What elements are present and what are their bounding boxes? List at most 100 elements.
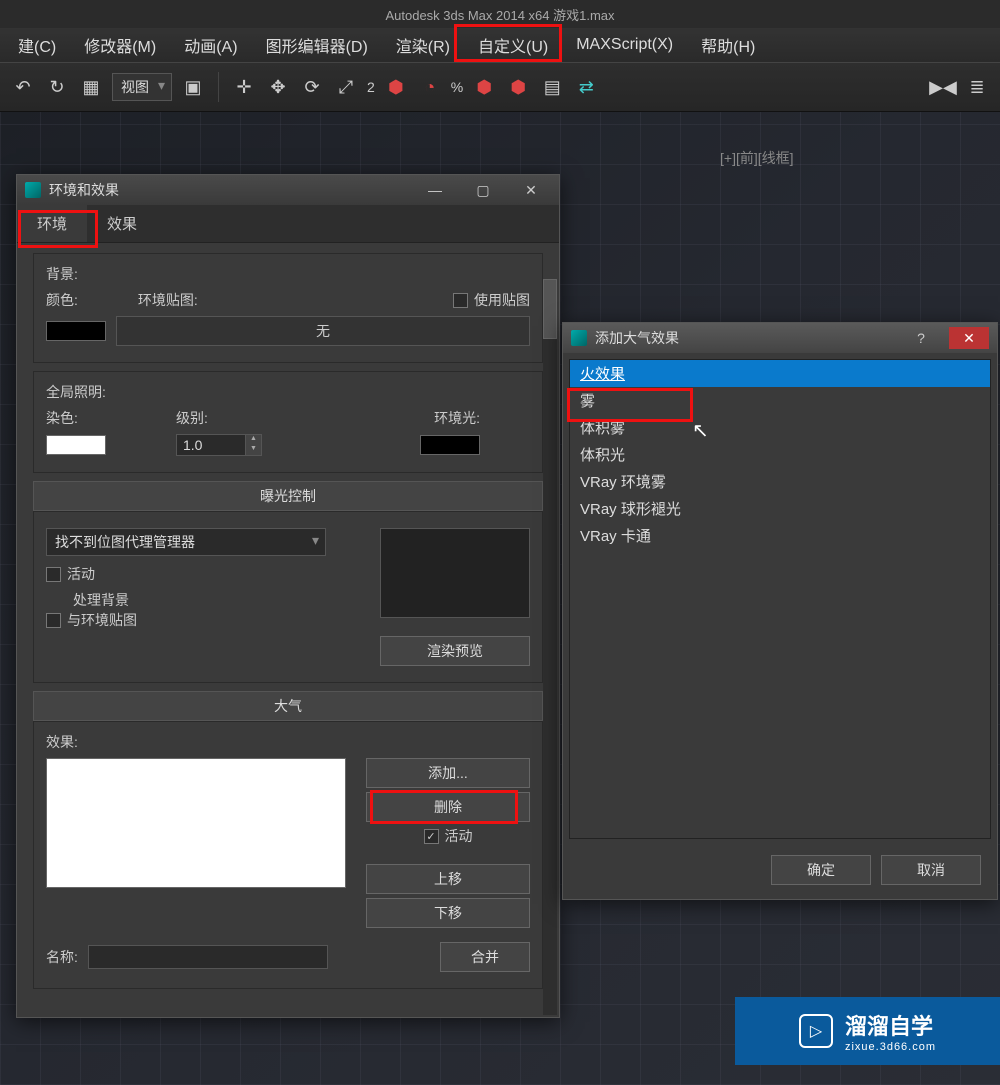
angle-snap-icon[interactable]: ◔ [417,74,443,100]
play-icon: ▷ [799,1014,833,1048]
scale-icon[interactable]: ⤢ [333,74,359,100]
atmo-active-checkbox[interactable]: ✓活动 [366,826,530,846]
close-button[interactable]: ✕ [511,179,551,201]
ambient-label: 环境光: [434,408,480,428]
list-item-fog[interactable]: 雾 [570,387,990,414]
list-item-vray-env-fog[interactable]: VRay 环境雾 [570,468,990,495]
app-logo-icon [25,182,41,198]
move-down-button[interactable]: 下移 [366,898,530,928]
process-bg-label: 处理背景 [46,590,370,610]
tint-label: 染色: [46,408,106,428]
maximize-button[interactable]: ▢ [463,179,503,201]
list-item-fire[interactable]: 火效果 [570,360,990,387]
bg-color-swatch[interactable] [46,321,106,341]
env-dialog-title: 环境和效果 [49,180,119,200]
level-label: 级别: [176,408,208,428]
env-map-label: 环境贴图: [138,290,198,310]
redo-icon[interactable]: ↻ [44,74,70,100]
snap-num: 2 [367,79,375,95]
watermark-name: 溜溜自学 [845,1009,936,1041]
layers-icon[interactable]: ≣ [964,74,990,100]
spinner-snap-icon[interactable]: ⬢ [505,74,531,100]
list-item-vray-toon[interactable]: VRay 卡通 [570,522,990,549]
add-atmosphere-dialog: 添加大气效果 ? ✕ 火效果 雾 体积雾 体积光 VRay 环境雾 VRay 球… [562,322,998,900]
help-button[interactable]: ? [901,327,941,349]
reference-coord-dropdown[interactable]: 视图 [112,73,172,101]
env-panel: 背景: 颜色: 环境贴图: 使用贴图 无 全局照明: 染色: 级别: 环境光: [17,243,559,1017]
menu-animation[interactable]: 动画(A) [170,27,251,63]
list-item-volume-fog[interactable]: 体积雾 [570,414,990,441]
exposure-preview [380,528,530,618]
add-atmosphere-button[interactable]: 添加... [366,758,530,788]
atmosphere-effect-list[interactable]: 火效果 雾 体积雾 体积光 VRay 环境雾 VRay 球形褪光 VRay 卡通 [569,359,991,839]
percent-snap-icon[interactable]: ⬢ [471,74,497,100]
exposure-group: 找不到位图代理管理器 活动 处理背景 与环境贴图 渲染预览 [33,511,543,683]
list-item-volume-light[interactable]: 体积光 [570,441,990,468]
move-icon[interactable]: ✥ [265,74,291,100]
viewport-label[interactable]: [+][前][线框] [720,148,794,168]
close-button[interactable]: ✕ [949,327,989,349]
menu-help[interactable]: 帮助(H) [687,27,769,63]
env-dialog-titlebar[interactable]: 环境和效果 — ▢ ✕ [17,175,559,205]
tint-swatch[interactable] [46,435,106,455]
percent-label: % [451,79,463,95]
rotate-icon[interactable]: ⟳ [299,74,325,100]
atmo-name-input[interactable] [88,945,328,969]
global-lighting-header: 全局照明: [46,382,530,402]
spinner-up-icon[interactable]: ▲ [246,435,261,445]
watermark-url: zixue.3d66.com [845,1041,936,1053]
menu-graph-editors[interactable]: 图形编辑器(D) [252,27,382,63]
env-map-button[interactable]: 无 [116,316,530,346]
select-icon[interactable]: ✛ [231,74,257,100]
delete-atmosphere-button[interactable]: 删除 [366,792,530,822]
atmo-dialog-titlebar[interactable]: 添加大气效果 ? ✕ [563,323,997,353]
ambient-swatch[interactable] [420,435,480,455]
exposure-rollout[interactable]: 曝光控制 [33,481,543,511]
menu-bar: 建(C) 修改器(M) 动画(A) 图形编辑器(D) 渲染(R) 自定义(U) … [0,28,1000,62]
ok-button[interactable]: 确定 [771,855,871,885]
align-icon[interactable]: ▶◀ [930,74,956,100]
menu-customize[interactable]: 自定义(U) [464,27,562,63]
global-lighting-group: 全局照明: 染色: 级别: 环境光: ▲▼ [33,371,543,473]
atmosphere-rollout[interactable]: 大气 [33,691,543,721]
menu-rendering[interactable]: 渲染(R) [382,27,464,63]
name-label: 名称: [46,947,78,967]
panel-scrollbar[interactable] [543,279,557,1015]
render-preview-button[interactable]: 渲染预览 [380,636,530,666]
link-icon[interactable]: ▦ [78,74,104,100]
minimize-button[interactable]: — [415,179,455,201]
merge-button[interactable]: 合并 [440,942,530,972]
pivot-icon[interactable]: ▣ [180,74,206,100]
move-up-button[interactable]: 上移 [366,864,530,894]
spinner-down-icon[interactable]: ▼ [246,445,261,455]
undo-icon[interactable]: ↶ [10,74,36,100]
environment-effects-dialog: 环境和效果 — ▢ ✕ 环境 效果 背景: 颜色: 环境贴图: 使用贴图 无 [16,174,560,1018]
bg-color-label: 颜色: [46,290,78,310]
process-bg-checkbox[interactable]: 与环境贴图 [46,610,370,630]
list-item-vray-sphere-fade[interactable]: VRay 球形褪光 [570,495,990,522]
exposure-active-checkbox[interactable]: 活动 [46,564,370,584]
effects-listbox[interactable] [46,758,346,888]
level-spinner[interactable]: ▲▼ [176,434,262,456]
cancel-button[interactable]: 取消 [881,855,981,885]
snap-toggle-icon[interactable]: ⬢ [383,74,409,100]
background-group: 背景: 颜色: 环境贴图: 使用贴图 无 [33,253,543,363]
tab-environment[interactable]: 环境 [17,205,87,242]
env-tabs: 环境 效果 [17,205,559,243]
scrollbar-thumb[interactable] [543,279,557,339]
level-input[interactable] [176,434,246,456]
menu-modifiers[interactable]: 修改器(M) [70,27,170,63]
use-map-checkbox[interactable]: 使用贴图 [453,290,530,310]
menu-create[interactable]: 建(C) [4,27,70,63]
atmo-dialog-title: 添加大气效果 [595,328,679,348]
named-sel-icon[interactable]: ▤ [539,74,565,100]
effects-label: 效果: [46,732,530,752]
app-title-bar: Autodesk 3ds Max 2014 x64 游戏1.max [0,0,1000,28]
main-toolbar: ↶ ↻ ▦ 视图 ▣ ✛ ✥ ⟳ ⤢ 2 ⬢ ◔ % ⬢ ⬢ ▤ ⇄ ▶◀ ≣ [0,62,1000,112]
app-logo-icon [571,330,587,346]
menu-maxscript[interactable]: MAXScript(X) [562,30,687,60]
background-header: 背景: [46,264,530,284]
exposure-dropdown[interactable]: 找不到位图代理管理器 [46,528,326,556]
mirror-icon[interactable]: ⇄ [573,74,599,100]
tab-effects[interactable]: 效果 [87,205,157,242]
